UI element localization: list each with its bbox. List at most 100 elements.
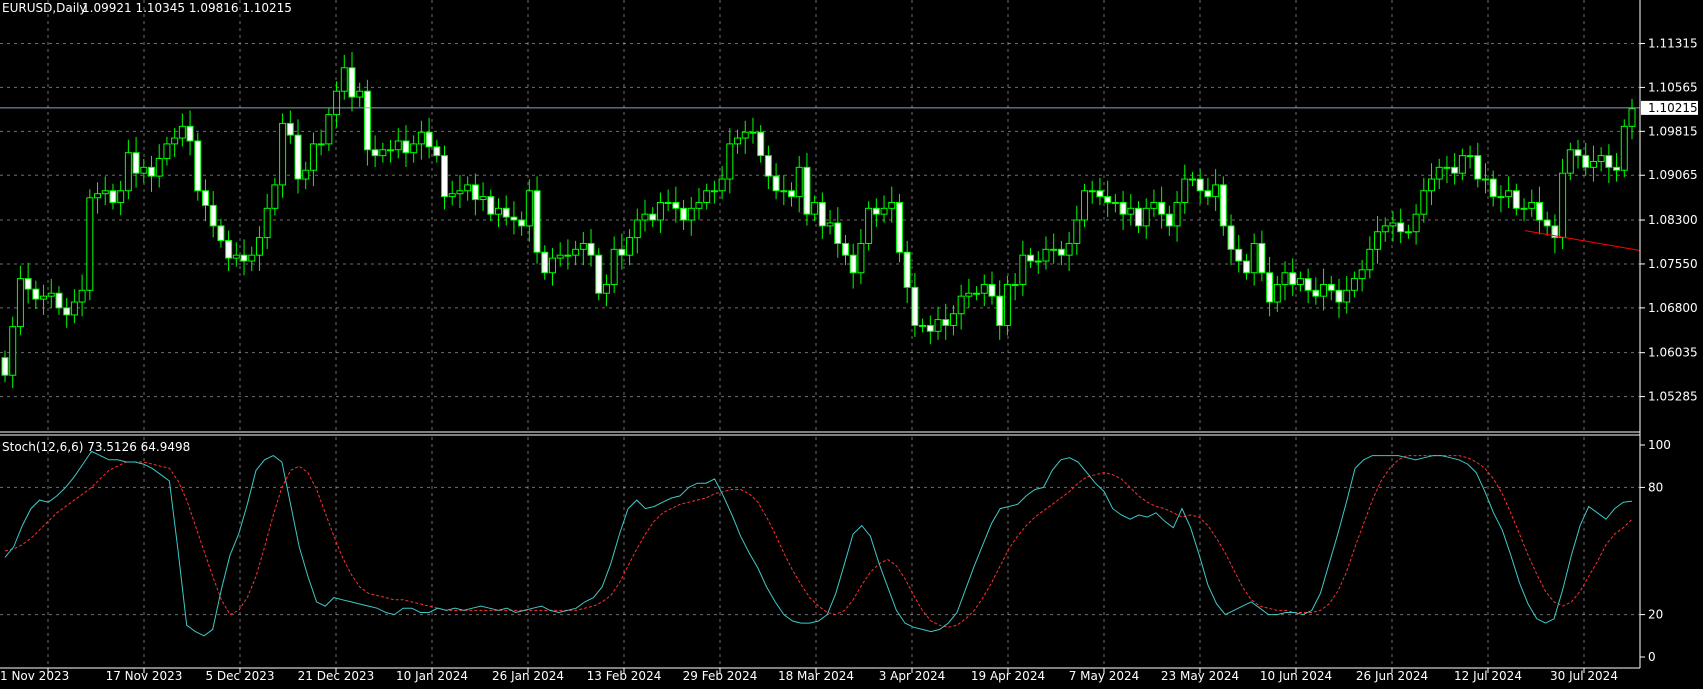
candle-down	[1474, 155, 1482, 180]
price-pane-title: EURUSD,Daily	[2, 1, 87, 15]
price-tick-label: 1.09065	[1648, 168, 1698, 182]
candle-up	[865, 207, 873, 244]
candle-up	[826, 222, 834, 227]
candle-up	[394, 140, 402, 151]
price-tick-label: 1.10565	[1648, 80, 1698, 94]
time-tick-label: 26 Jun 2024	[1356, 669, 1428, 683]
candle-up	[718, 178, 726, 192]
candle-down	[1304, 278, 1312, 291]
candle-up	[494, 207, 502, 215]
time-tick-label: 23 May 2024	[1161, 669, 1239, 683]
candle-up	[1428, 178, 1436, 192]
candle-up	[387, 149, 395, 152]
candle-down	[471, 184, 479, 201]
candle-up	[317, 143, 325, 146]
forex-chart[interactable]: 1.11315 1.10565 1.09815 1.09065 1.08300 1.075…	[0, 0, 1703, 689]
candle-up	[1628, 108, 1636, 127]
candle-up	[572, 248, 580, 256]
candle-up	[626, 237, 634, 256]
candle-down	[186, 125, 194, 142]
candle-up	[656, 201, 664, 221]
candle-down	[757, 131, 765, 157]
candle-down	[834, 222, 842, 244]
candle-down	[294, 134, 302, 180]
stochastic-title: Stoch(12,6,6) 73.5126 64.9498	[2, 440, 190, 454]
candle-up	[1404, 231, 1412, 234]
candle-down	[595, 254, 603, 294]
candle-up	[1250, 242, 1258, 274]
candle-up	[780, 190, 788, 193]
stochastic-tick-label: 20	[1648, 608, 1663, 622]
candle-down	[1489, 178, 1497, 198]
candle-up	[1389, 222, 1397, 227]
candle-down	[1096, 190, 1104, 198]
candle-up	[795, 166, 803, 198]
candle-up	[934, 319, 942, 332]
candle-down	[402, 140, 410, 154]
candle-down	[818, 201, 826, 227]
candle-down	[1289, 272, 1297, 285]
candle-up	[1458, 155, 1466, 174]
candle-up	[641, 213, 649, 221]
time-tick-label: 12 Jul 2024	[1454, 669, 1522, 683]
price-tick-label: 1.06800	[1648, 301, 1698, 315]
candle-up	[741, 131, 749, 139]
candle-up	[379, 149, 387, 157]
candle-down	[895, 201, 903, 253]
candle-down	[1235, 248, 1243, 262]
candle-down	[1135, 207, 1143, 227]
candle-down	[672, 201, 680, 209]
price-tick-label: 1.06035	[1648, 346, 1698, 360]
candle-up	[1019, 254, 1027, 285]
candle-up	[1050, 248, 1058, 251]
candle-down	[618, 248, 626, 256]
candle-up	[117, 190, 125, 203]
time-axis: 1 Nov 2023 17 Nov 2023 5 Dec 2023 21 Dec 20…	[0, 668, 1618, 683]
candle-down	[1227, 225, 1235, 250]
candle-down	[487, 196, 495, 215]
candle-down	[209, 204, 217, 227]
time-tick-label: 3 Apr 2024	[879, 669, 946, 683]
ohlc-readout: 1.09921 1.10345 1.09816 1.10215	[82, 1, 292, 15]
candle-down	[363, 90, 371, 151]
candle-up	[155, 158, 163, 177]
candle-up	[564, 254, 572, 257]
candle-up	[1420, 190, 1428, 215]
candle-down	[1613, 166, 1621, 171]
candle-up	[1150, 201, 1158, 209]
candle-up	[1559, 172, 1567, 239]
candle-up	[811, 201, 819, 215]
candle-down	[533, 190, 541, 253]
time-tick-label: 17 Nov 2023	[106, 669, 183, 683]
candle-up	[16, 278, 24, 328]
candle-down	[240, 254, 248, 262]
candle-up	[1566, 149, 1574, 174]
candle-up	[1528, 201, 1536, 209]
candle-up	[1073, 219, 1081, 244]
candle-up	[1589, 160, 1597, 168]
candle-up	[464, 184, 472, 192]
candle-down	[1027, 254, 1035, 262]
candle-up	[1111, 201, 1119, 204]
time-tick-label: 1 Nov 2023	[0, 669, 69, 683]
candle-up	[888, 201, 896, 209]
candle-up	[309, 143, 317, 171]
time-tick-label: 19 Apr 2024	[971, 669, 1045, 683]
candle-down	[1242, 260, 1250, 274]
candle-up	[579, 242, 587, 250]
time-tick-label: 13 Feb 2024	[587, 669, 662, 683]
candle-down	[1, 357, 9, 376]
candle-up	[710, 190, 718, 193]
candle-up	[70, 301, 78, 316]
candle-up	[9, 326, 17, 376]
chart-background	[0, 0, 1703, 689]
candle-up	[325, 114, 333, 145]
candle-down	[649, 213, 657, 221]
candle-up	[1273, 283, 1281, 303]
candle-up	[880, 207, 888, 215]
candle-down	[371, 149, 379, 157]
price-tick-label: 1.05285	[1648, 390, 1698, 404]
candle-down	[988, 283, 996, 297]
candle-up	[1481, 178, 1489, 181]
candle-down	[225, 240, 233, 259]
